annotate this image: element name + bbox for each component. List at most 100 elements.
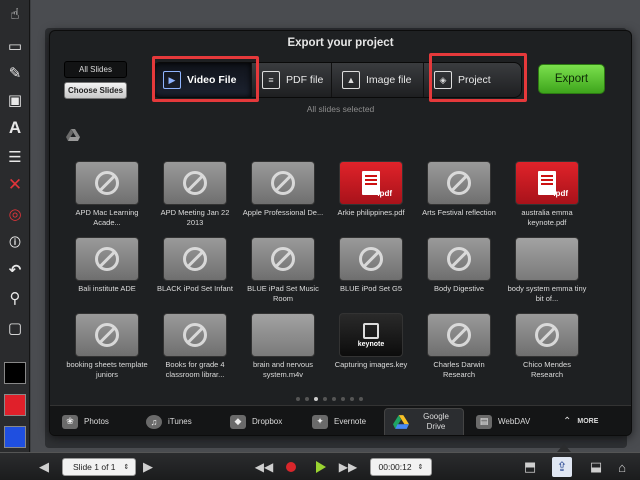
google-drive-icon <box>393 415 409 429</box>
pencil-icon[interactable]: ✎ <box>5 63 25 83</box>
more-icon: ⌃ <box>563 416 572 427</box>
unavailable-icon <box>447 247 471 271</box>
format-image-file[interactable]: ▲ Image file <box>331 63 423 97</box>
file-tile[interactable]: APD Mac Learning Acade... <box>72 161 142 231</box>
page-dot[interactable] <box>296 397 300 401</box>
file-tile[interactable]: Body Digestive <box>424 237 494 307</box>
page-dot[interactable] <box>350 397 354 401</box>
file-tile[interactable]: Charles Darwin Research <box>424 313 494 383</box>
add-slide-icon[interactable]: ▭ <box>5 36 25 56</box>
add-list-icon[interactable]: ☰ <box>5 147 25 167</box>
target-icon[interactable]: ◎ <box>5 204 25 224</box>
all-slides-button[interactable]: All Slides <box>64 61 127 78</box>
file-name: body system emma tiny bit of... <box>507 284 587 303</box>
color-swatch-blue[interactable] <box>4 426 26 448</box>
file-name: booking sheets template juniors <box>66 360 148 379</box>
itunes-icon: ♫ <box>146 414 162 429</box>
save-icon[interactable]: ⬓ <box>586 457 606 477</box>
file-tile[interactable]: keynote Capturing images.key <box>335 313 407 383</box>
record-icon <box>286 462 296 472</box>
home-icon[interactable]: ⌂ <box>612 457 632 477</box>
record-button[interactable] <box>284 457 298 477</box>
image-icon: ▲ <box>342 71 360 89</box>
export-icon[interactable]: ⇪ <box>552 457 572 477</box>
screen-icon[interactable]: ▢ <box>5 318 25 338</box>
unavailable-icon <box>183 323 207 347</box>
file-thumbnail <box>163 161 227 205</box>
page-dot[interactable] <box>314 397 318 401</box>
format-video-file[interactable]: ▶ Video File <box>153 63 251 97</box>
file-name: BLUE iPad Set Music Room <box>247 284 319 303</box>
page-dot[interactable] <box>359 397 363 401</box>
service-webdav[interactable]: ▤ WebDAV <box>468 408 548 435</box>
play-button[interactable] <box>314 457 328 477</box>
text-tool-icon[interactable]: A <box>5 118 25 138</box>
service-photos[interactable]: ❀ Photos <box>54 408 132 435</box>
file-name: BLACK iPod Set Infant <box>157 284 233 293</box>
pdf-tag: .pdf <box>377 189 392 198</box>
slide-selector[interactable]: Slide 1 of 1 ⇕ <box>62 458 136 476</box>
file-tile[interactable]: .pdf australia emma keynote.pdf <box>512 161 582 231</box>
info-icon[interactable]: ⓘ <box>5 232 25 252</box>
page-dot[interactable] <box>332 397 336 401</box>
file-tile[interactable]: body system emma tiny bit of... <box>508 237 586 307</box>
bottom-toolbar: ◀ Slide 1 of 1 ⇕ ▶ ◀◀ ▶▶ 00:00:12 ⇕ ⬒ ⇪ … <box>0 452 640 480</box>
page-indicator <box>296 397 363 401</box>
service-evernote[interactable]: ✦ Evernote <box>304 408 382 435</box>
add-image-icon[interactable]: ▣ <box>5 90 25 110</box>
page-dot[interactable] <box>341 397 345 401</box>
file-tile[interactable]: Apple Professional De... <box>243 161 323 231</box>
unavailable-icon <box>183 171 207 195</box>
color-swatch-black[interactable] <box>4 362 26 384</box>
service-dropbox[interactable]: ◆ Dropbox <box>222 408 300 435</box>
pointer-hand-icon[interactable]: ☝ <box>5 4 25 24</box>
file-thumbnail <box>515 237 579 281</box>
unavailable-icon <box>183 247 207 271</box>
zoom-icon[interactable]: ⚲ <box>5 288 25 308</box>
page-dot[interactable] <box>305 397 309 401</box>
unavailable-icon <box>271 171 295 195</box>
format-project[interactable]: ◈ Project <box>423 63 521 97</box>
service-itunes[interactable]: ♫ iTunes <box>138 408 216 435</box>
file-tile[interactable]: BLACK iPod Set Infant <box>157 237 233 307</box>
file-name: Bali institute ADE <box>78 284 136 293</box>
file-tile[interactable]: BLUE iPad Set Music Room <box>247 237 319 307</box>
color-swatch-red[interactable] <box>4 394 26 416</box>
unavailable-icon <box>359 247 383 271</box>
undo-icon[interactable]: ↶ <box>5 260 25 280</box>
file-thumbnail: keynote <box>339 313 403 357</box>
service-google-drive[interactable]: Google Drive <box>384 408 464 435</box>
play-icon <box>316 461 326 473</box>
file-name: APD Mac Learning Acade... <box>75 208 139 227</box>
import-icon[interactable]: ⬒ <box>520 457 540 477</box>
file-tile[interactable]: Bali institute ADE <box>72 237 142 307</box>
dialog-title: Export your project <box>287 37 394 49</box>
unavailable-icon <box>95 171 119 195</box>
file-name: Body Digestive <box>433 284 485 293</box>
file-tile[interactable]: Chico Mendes Research <box>512 313 582 383</box>
evernote-icon: ✦ <box>312 414 328 429</box>
file-name: Chico Mendes Research <box>523 360 571 379</box>
recording-time[interactable]: 00:00:12 ⇕ <box>370 458 432 476</box>
file-tile[interactable]: Arts Festival reflection <box>422 161 496 231</box>
service-more[interactable]: ⌃ MORE <box>555 408 625 435</box>
rewind-icon[interactable]: ◀◀ <box>254 457 274 477</box>
format-pdf-file[interactable]: ≡ PDF file <box>251 63 331 97</box>
previous-slide-icon[interactable]: ◀ <box>36 457 52 477</box>
file-tile[interactable]: .pdf Arkie philippines.pdf <box>336 161 406 231</box>
file-thumbnail <box>75 237 139 281</box>
file-tile[interactable]: Books for grade 4 classroom librar... <box>160 313 230 383</box>
file-tile[interactable]: APD Meeting Jan 22 2013 <box>160 161 230 231</box>
film-icon: ▶ <box>163 71 181 89</box>
file-name: BLUE iPod Set G5 <box>339 284 403 293</box>
file-tile[interactable]: booking sheets template juniors <box>66 313 148 383</box>
fast-forward-icon[interactable]: ▶▶ <box>337 457 359 477</box>
export-button[interactable]: Export <box>538 64 605 94</box>
choose-slides-button[interactable]: Choose Slides <box>64 82 127 99</box>
popover-arrow <box>557 444 571 452</box>
page-dot[interactable] <box>323 397 327 401</box>
delete-icon[interactable]: ✕ <box>5 175 25 195</box>
file-tile[interactable]: BLUE iPod Set G5 <box>336 237 406 307</box>
next-slide-icon[interactable]: ▶ <box>140 457 156 477</box>
file-tile[interactable]: brain and nervous system.m4v <box>248 313 318 383</box>
